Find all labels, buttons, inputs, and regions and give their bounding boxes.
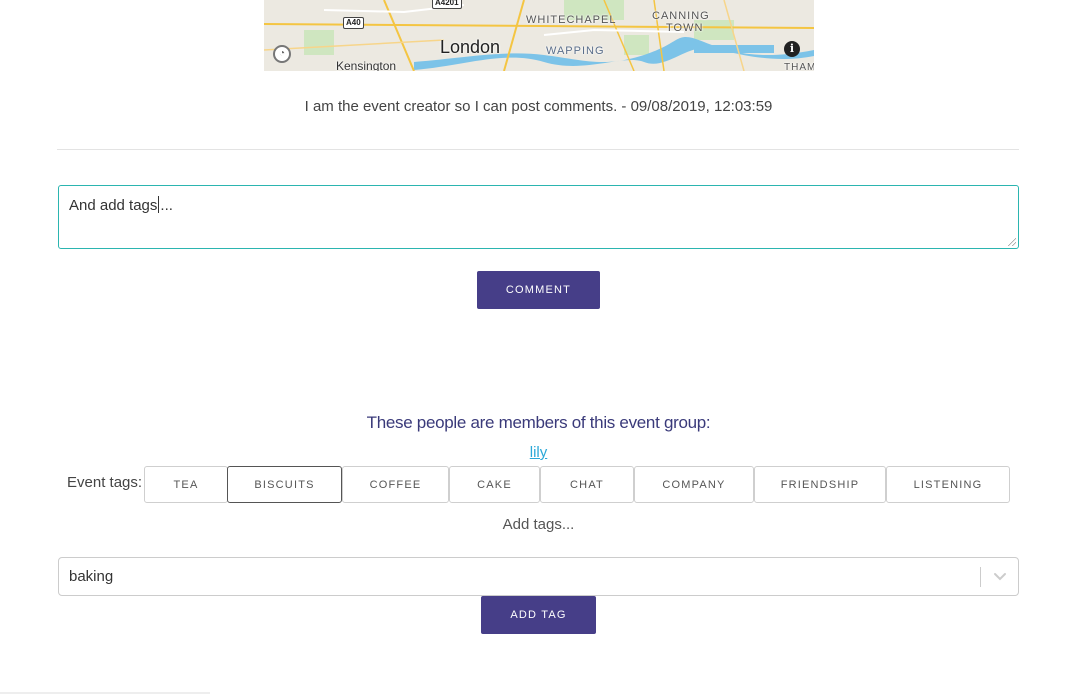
road-shield-a40: A40 bbox=[343, 17, 364, 29]
event-tags-label: Event tags: bbox=[67, 474, 143, 491]
divider bbox=[57, 149, 1019, 150]
tag-coffee[interactable]: COFFEE bbox=[342, 466, 449, 503]
bottom-divider bbox=[0, 692, 210, 694]
map-label-canning-town: CANNING TOWN bbox=[652, 10, 710, 34]
info-icon[interactable]: i bbox=[784, 41, 800, 57]
road-shield-a4201: A4201 bbox=[432, 0, 462, 9]
tag-tea[interactable]: TEA bbox=[144, 466, 228, 503]
comment-button[interactable]: COMMENT bbox=[477, 271, 600, 309]
members-heading: These people are members of this event g… bbox=[366, 413, 711, 432]
tag-listening[interactable]: LISTENING bbox=[886, 466, 1010, 503]
mapbox-logo-icon[interactable]: ◔ bbox=[273, 45, 291, 63]
chevron-down-icon[interactable] bbox=[992, 568, 1008, 584]
map-label-canning-line2: TOWN bbox=[666, 22, 704, 34]
resize-handle-icon[interactable] bbox=[1008, 238, 1016, 246]
comment-textarea[interactable]: And add tags... bbox=[58, 185, 1019, 249]
add-tag-button[interactable]: ADD TAG bbox=[481, 596, 596, 634]
comment-text-after-cursor: ... bbox=[160, 197, 173, 214]
comment-text-before-cursor: And add tags bbox=[69, 197, 158, 214]
map-label-wapping: WAPPING bbox=[546, 45, 605, 57]
member-link-lily[interactable]: lily bbox=[0, 444, 1077, 461]
map-label-thames: THAM bbox=[784, 62, 814, 71]
tag-chat[interactable]: CHAT bbox=[540, 466, 634, 503]
map-label-london: London bbox=[440, 37, 501, 57]
posted-comment: I am the event creator so I can post com… bbox=[304, 98, 773, 115]
tag-select-value: baking bbox=[69, 568, 114, 585]
select-separator bbox=[980, 567, 981, 587]
map-label-whitechapel: WHITECHAPEL bbox=[526, 14, 617, 26]
event-map[interactable]: London WHITECHAPEL CANNING TOWN WAPPING … bbox=[264, 0, 814, 71]
tag-biscuits[interactable]: BISCUITS bbox=[227, 466, 342, 503]
tag-cake[interactable]: CAKE bbox=[449, 466, 540, 503]
tag-company[interactable]: COMPANY bbox=[634, 466, 754, 503]
add-tags-label: Add tags... bbox=[502, 516, 575, 533]
tag-select[interactable]: baking bbox=[58, 557, 1019, 596]
map-label-kensington: Kensington bbox=[336, 59, 397, 71]
tag-friendship[interactable]: FRIENDSHIP bbox=[754, 466, 886, 503]
map-label-canning-line1: CANNING bbox=[652, 10, 710, 22]
